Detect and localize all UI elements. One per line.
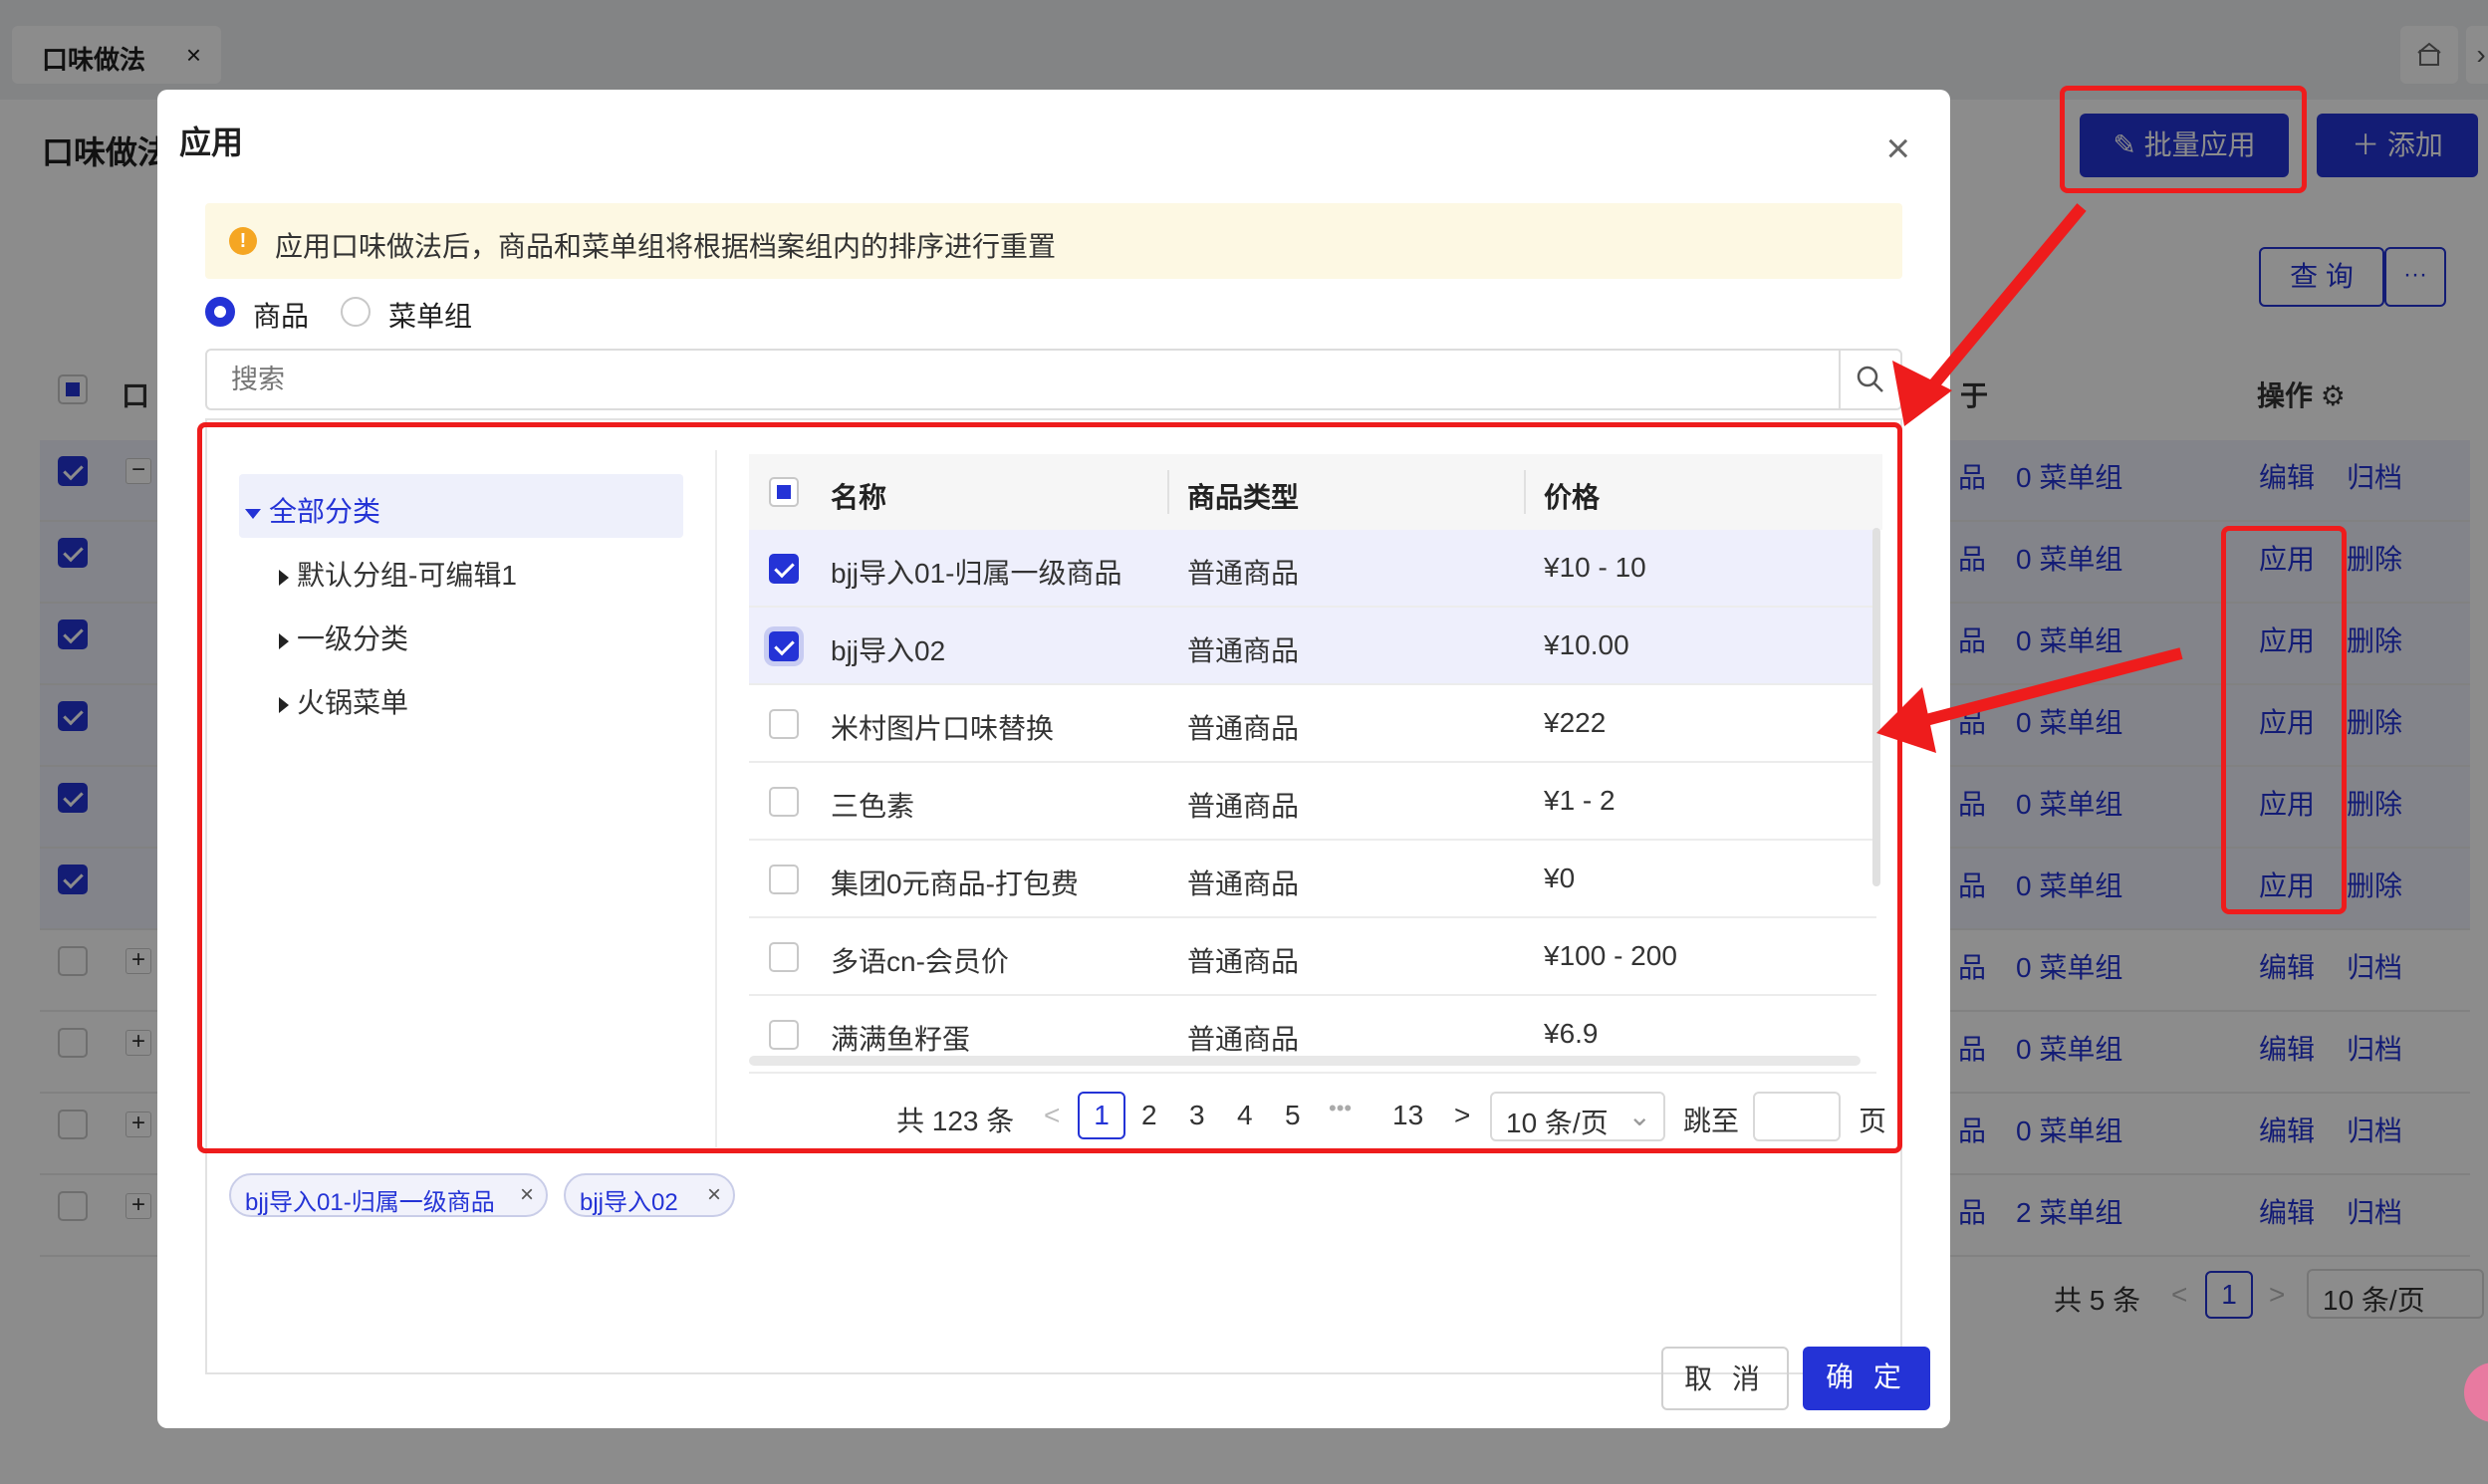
annotation-arrows: [1876, 203, 2183, 753]
